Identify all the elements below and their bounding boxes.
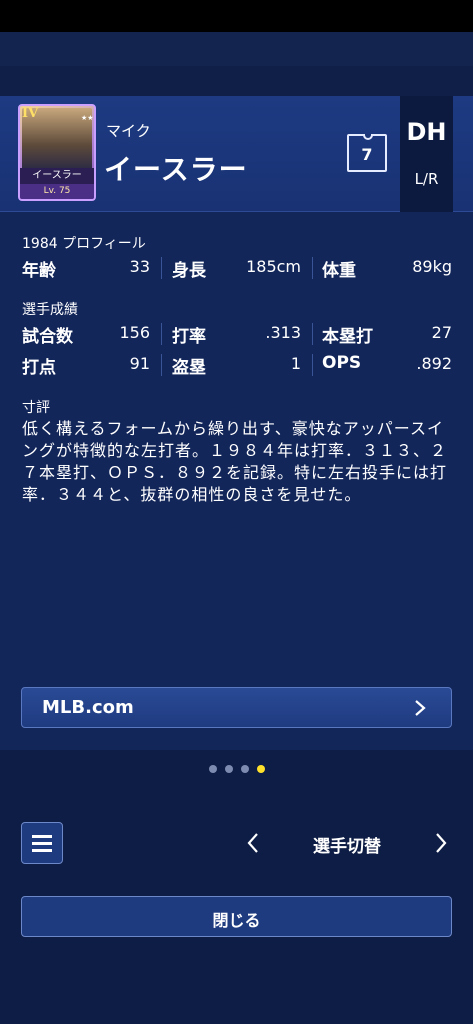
hamburger-menu-icon [32,842,52,845]
chevron-right-icon [436,833,447,853]
chevron-left-icon [247,833,258,853]
uniform-number: 7 [361,145,373,164]
stat-value: 89kg [412,257,452,276]
previous-player-button[interactable] [240,830,266,856]
page-dot-active[interactable] [256,765,265,773]
switch-player-label: 選手切替 [313,837,381,857]
review-text: 低く構えるフォームから繰り出す、豪快なアッパースイングが特徴的な左打者。１９８４… [22,419,448,504]
header-bar [0,32,473,66]
page-dot[interactable] [208,765,217,773]
chevron-right-icon [415,700,426,716]
close-label: 閉じる [212,911,261,930]
card-player-name: イースラー [20,168,94,184]
jersey-collar-icon [363,134,373,140]
stat-rbi: 打点 91 [22,351,150,378]
review-title: 寸評 [22,400,50,416]
stat-label: 身長 [172,261,206,281]
stat-value: .313 [265,323,301,342]
stat-batting-average: 打率 .313 [172,320,301,347]
stat-stolen-bases: 盗塁 1 [172,351,301,378]
divider [161,354,162,376]
stat-value: 91 [129,354,150,373]
stat-value: 27 [431,323,452,342]
stat-value: 1 [290,354,301,373]
menu-button[interactable] [21,822,63,864]
divider [161,323,162,345]
stat-home-runs: 本塁打 27 [322,320,452,347]
record-row: 打点 91 盗塁 1 OPS .892 [0,351,473,378]
divider [312,323,313,345]
stat-label: OPS [322,353,362,373]
stat-label: 盗塁 [172,358,206,378]
stat-value: 156 [119,323,150,342]
player-first-name: マイク [106,122,151,140]
uniform-number-badge: 7 [347,134,387,172]
record-row: 試合数 156 打率 .313 本塁打 27 [0,320,473,347]
stat-value: 33 [129,257,150,276]
profile-title: 1984 プロフィール [22,236,146,252]
stat-label: 打点 [22,358,56,378]
stat-label: 試合数 [22,327,73,347]
profile-row: 年齢 33 身長 185cm 体重 89kg [0,254,473,281]
stat-height: 身長 185cm [172,254,301,281]
page-dot[interactable] [224,765,233,773]
hamburger-menu-icon [32,849,52,852]
stat-ops: OPS .892 [322,351,452,377]
header-subbar [0,66,473,96]
page-dot[interactable] [240,765,249,773]
mlb-link-button[interactable]: MLB.com [21,687,452,728]
stat-value: .892 [416,354,452,373]
divider [312,257,313,279]
card-level: Lv. 75 [20,184,94,199]
stat-games: 試合数 156 [22,320,150,347]
divider [312,354,313,376]
position-panel: DH L/R [400,96,453,212]
stat-weight: 体重 89kg [322,254,452,281]
hamburger-menu-icon [32,835,52,838]
card-rank-badge: IV [22,106,39,121]
stat-age: 年齢 33 [22,254,150,281]
page-indicator [0,758,473,773]
stat-label: 体重 [322,261,356,281]
player-card[interactable]: IV ★★★★★★★ イースラー Lv. 75 [18,104,96,201]
stat-value: 185cm [246,257,301,276]
stat-label: 打率 [172,327,206,347]
status-bar [0,0,473,32]
record-title: 選手成績 [22,302,78,318]
card-stars: ★★★★★★★ [81,114,94,122]
stat-label: 年齢 [22,261,56,281]
next-player-button[interactable] [428,830,454,856]
mlb-link-label: MLB.com [42,697,134,718]
stat-label: 本塁打 [322,327,373,347]
divider [161,257,162,279]
bats-throws: L/R [414,170,439,188]
close-button[interactable]: 閉じる [21,896,452,937]
player-last-name: イースラー [104,153,248,186]
player-position: DH [406,118,447,146]
